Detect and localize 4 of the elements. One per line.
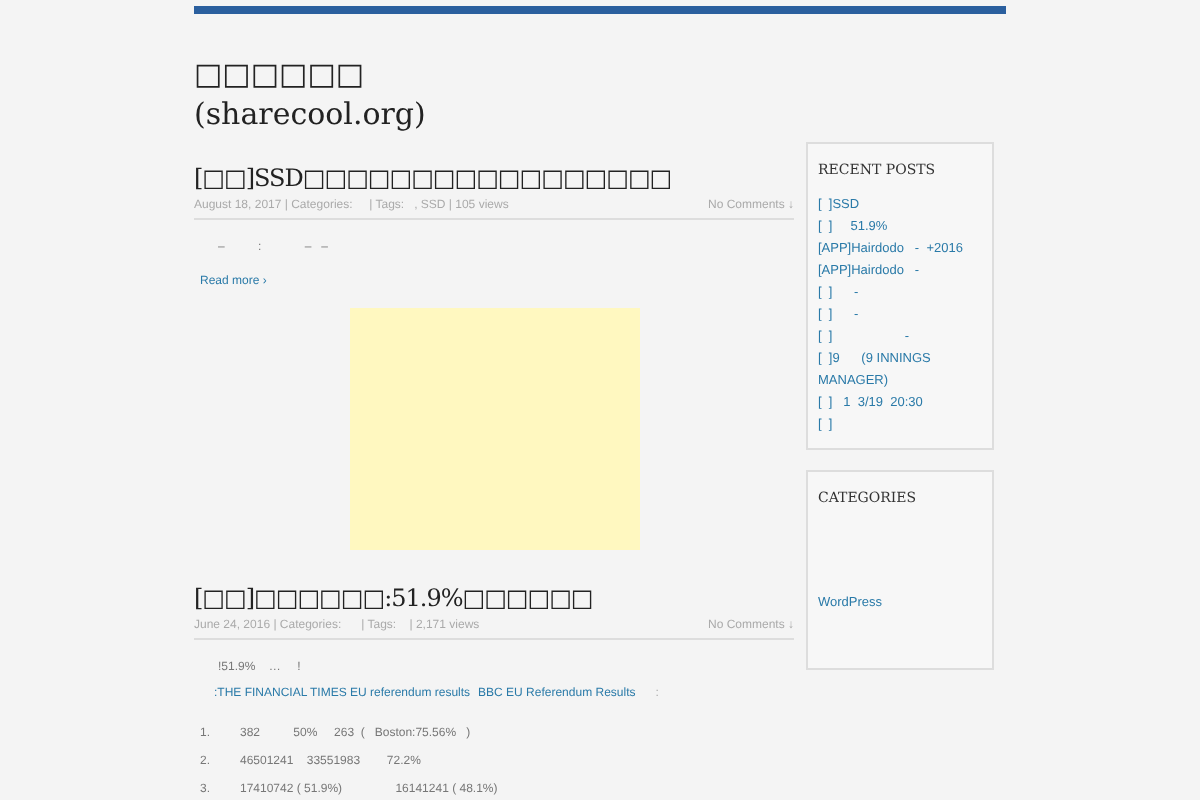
post-title[interactable]: [□□]SSD□□□□□□□□□□□□□□□□□ [194,158,672,198]
site-tagline: (sharecool.org) [194,94,428,134]
site-title[interactable]: □□□□□□ [194,54,1006,94]
post-title[interactable]: [□□]□□□□□□:51.9%□□□□□□ [194,578,593,618]
